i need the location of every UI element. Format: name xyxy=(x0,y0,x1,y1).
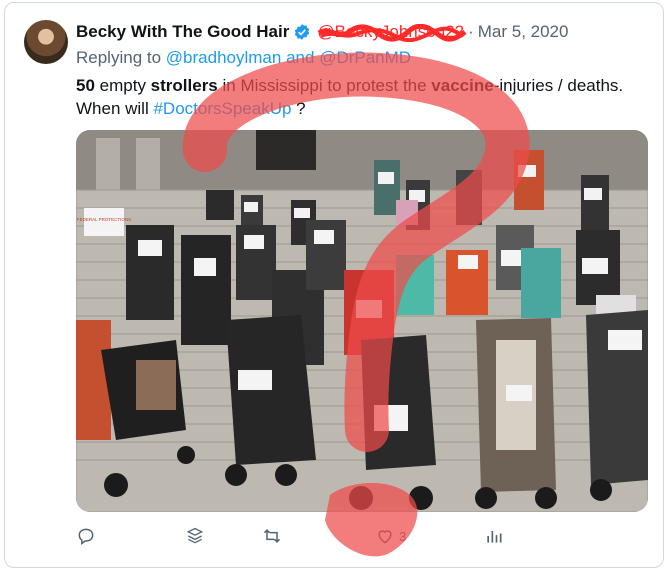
text-bold: strollers xyxy=(150,76,218,95)
reply-and: and xyxy=(286,48,315,67)
tweet-text: 50 empty strollers in Mississippi to pro… xyxy=(76,74,646,120)
sign-text: FEDERAL PROTECTIONS xyxy=(77,217,131,222)
reply-icon xyxy=(78,528,94,545)
grok-button[interactable] xyxy=(185,526,205,546)
views-button[interactable] xyxy=(484,526,504,546)
hashtag-link[interactable]: #DoctorsSpeakUp xyxy=(153,99,291,118)
verified-icon xyxy=(295,24,310,40)
tweet-date[interactable]: Mar 5, 2020 xyxy=(478,22,569,42)
handle-redaction xyxy=(317,24,467,42)
reply-button[interactable] xyxy=(76,526,96,546)
tweet-header: Becky With The Good Hair @BeckyJohnson22… xyxy=(76,20,568,44)
like-icon xyxy=(378,530,392,544)
avatar[interactable] xyxy=(24,20,68,64)
reply-user-link[interactable]: @DrPanMD xyxy=(319,48,411,67)
text-span: empty xyxy=(94,76,151,95)
reply-user-link[interactable]: @bradhoylman xyxy=(166,48,282,67)
like-button[interactable]: 3 xyxy=(375,526,406,546)
replying-prefix: Replying to xyxy=(76,48,162,67)
handle[interactable]: @BeckyJohnson22 xyxy=(317,22,467,42)
tweet-photo[interactable]: FEDERAL PROTECTIONS xyxy=(76,130,648,512)
text-span: in Mississippi to protest the xyxy=(217,76,432,95)
grok-icon xyxy=(186,527,204,544)
text-span: ? xyxy=(291,99,306,118)
display-name[interactable]: Becky With The Good Hair xyxy=(76,22,289,42)
retweet-button[interactable] xyxy=(262,526,282,546)
views-icon xyxy=(487,531,502,543)
like-count: 3 xyxy=(399,528,407,544)
text-span: -injuries / deaths. xyxy=(493,76,624,95)
replying-to: Replying to @bradhoylman and @DrPanMD xyxy=(76,48,411,68)
text-span: When will xyxy=(76,99,154,118)
action-bar: 3 xyxy=(0,526,668,562)
strollers-photo-illustration: FEDERAL PROTECTIONS xyxy=(76,130,648,512)
retweet-icon xyxy=(263,529,281,543)
text-bold: 50 xyxy=(76,76,95,95)
header-separator: · xyxy=(468,22,474,41)
text-bold: vaccine xyxy=(431,76,494,95)
